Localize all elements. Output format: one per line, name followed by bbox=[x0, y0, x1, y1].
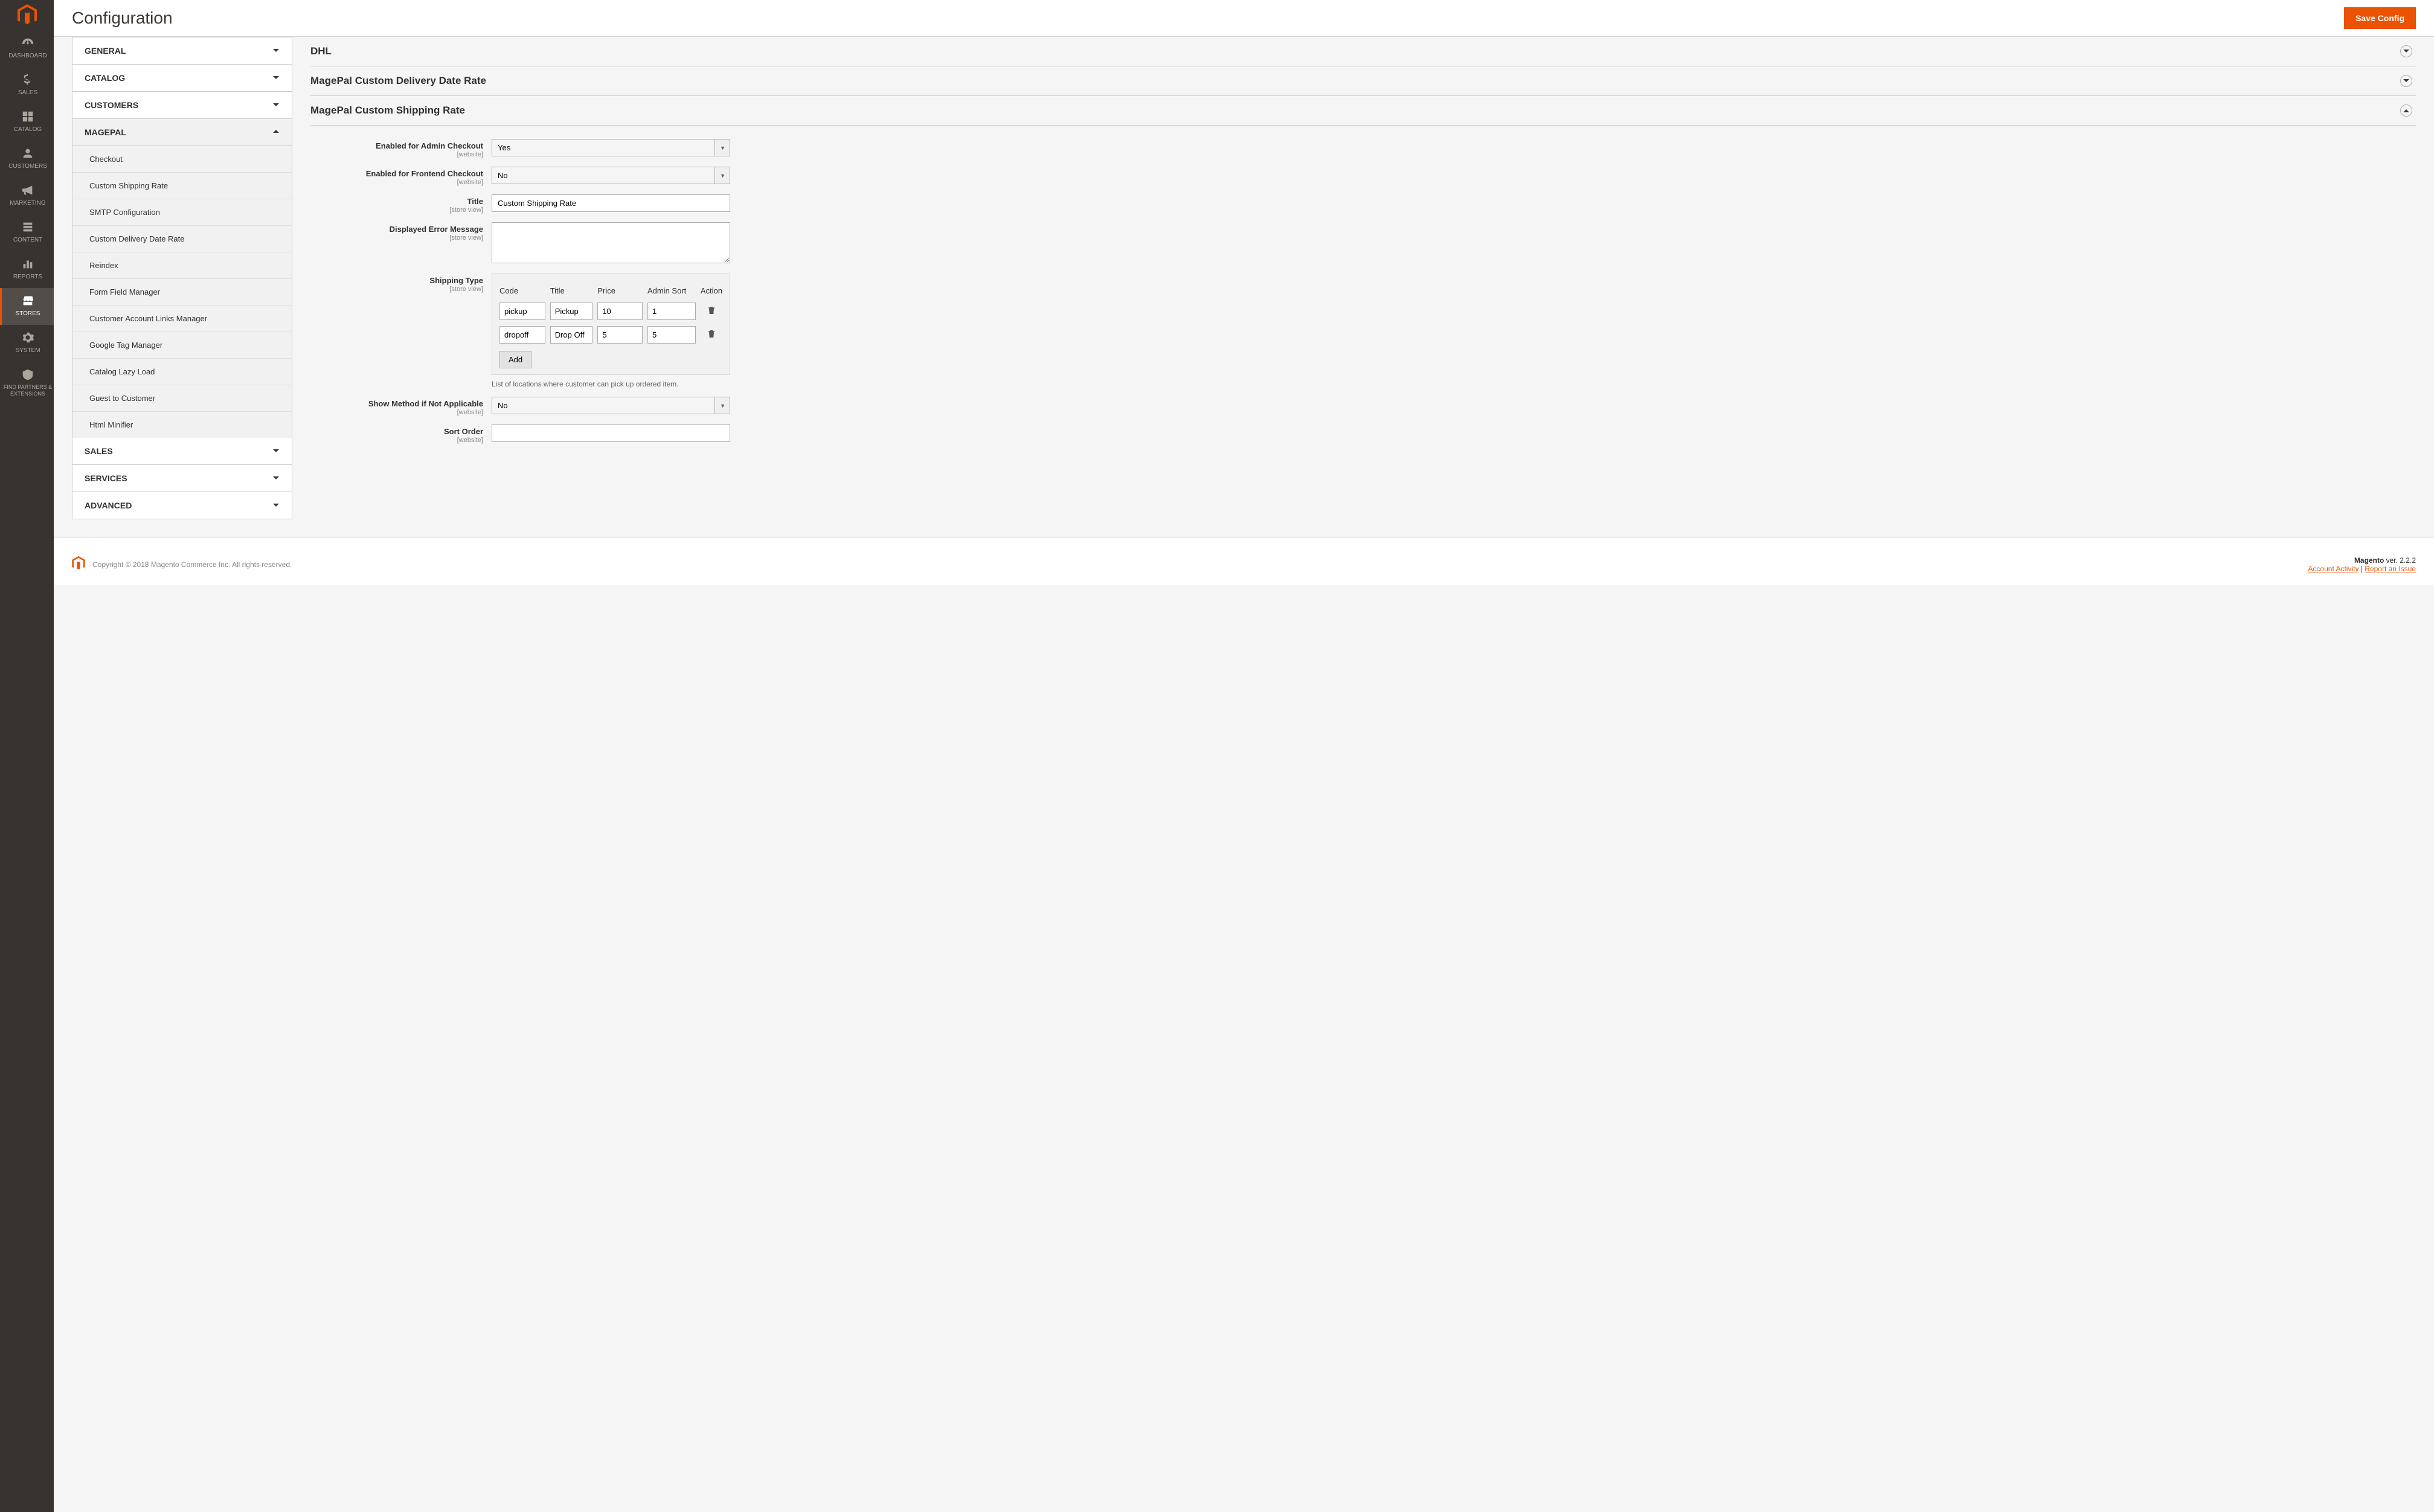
config-nav: General Catalog Customers MagePal Checko… bbox=[72, 37, 292, 519]
label-enabled-frontend: Enabled for Frontend Checkout[website] bbox=[310, 167, 492, 186]
input-code[interactable] bbox=[499, 303, 545, 320]
input-title[interactable] bbox=[550, 303, 593, 320]
label-shipping-type: Shipping Type[store view] bbox=[310, 274, 492, 293]
input-price[interactable] bbox=[597, 326, 643, 344]
nav-dashboard[interactable]: Dashboard bbox=[0, 30, 54, 67]
page-header: Configuration Save Config bbox=[54, 0, 2434, 37]
save-config-button[interactable]: Save Config bbox=[2344, 7, 2416, 29]
nav-group-advanced[interactable]: Advanced bbox=[72, 492, 292, 519]
chevron-down-icon bbox=[272, 446, 280, 456]
subnav-guest-to-customer[interactable]: Guest to Customer bbox=[72, 385, 292, 412]
nav-group-customers[interactable]: Customers bbox=[72, 92, 292, 119]
add-row-button[interactable]: Add bbox=[499, 351, 531, 368]
bars-icon bbox=[21, 257, 35, 271]
input-sort[interactable] bbox=[647, 326, 696, 344]
nav-group-magepal[interactable]: MagePal bbox=[72, 119, 292, 146]
magento-logo[interactable] bbox=[0, 0, 54, 30]
version-text: Magento ver. 2.2.2 bbox=[2308, 556, 2416, 565]
label-show-if-na: Show Method if Not Applicable[website] bbox=[310, 397, 492, 416]
input-code[interactable] bbox=[499, 326, 545, 344]
subnav-catalog-lazy-load[interactable]: Catalog Lazy Load bbox=[72, 359, 292, 385]
partners-icon bbox=[21, 368, 35, 381]
section-dhl[interactable]: DHL bbox=[310, 37, 2416, 66]
label-enabled-admin: Enabled for Admin Checkout[website] bbox=[310, 139, 492, 158]
hint-shipping-type: List of locations where customer can pic… bbox=[492, 380, 730, 388]
label-title: Title[store view] bbox=[310, 194, 492, 214]
textarea-error-message[interactable] bbox=[492, 222, 730, 263]
chevron-down-icon bbox=[272, 501, 280, 510]
label-sort-order: Sort Order[website] bbox=[310, 424, 492, 444]
select-show-if-na[interactable]: No bbox=[492, 397, 730, 414]
th-title: Title bbox=[548, 286, 596, 296]
th-action: Action bbox=[698, 286, 725, 296]
admin-sidebar: Dashboard Sales Catalog Customers Market… bbox=[0, 0, 54, 1512]
nav-group-services[interactable]: Services bbox=[72, 465, 292, 492]
person-icon bbox=[21, 147, 35, 160]
chevron-up-icon bbox=[272, 127, 280, 137]
table-row bbox=[497, 303, 725, 320]
subnav-smtp-configuration[interactable]: SMTP Configuration bbox=[72, 199, 292, 226]
label-error-message: Displayed Error Message[store view] bbox=[310, 222, 492, 242]
nav-reports[interactable]: Reports bbox=[0, 251, 54, 288]
nav-group-general[interactable]: General bbox=[72, 37, 292, 65]
subnav-custom-delivery-date-rate[interactable]: Custom Delivery Date Rate bbox=[72, 226, 292, 252]
expand-icon bbox=[2400, 75, 2412, 87]
section-magepal-shipping-rate[interactable]: MagePal Custom Shipping Rate bbox=[310, 96, 2416, 126]
account-activity-link[interactable]: Account Activity bbox=[2308, 565, 2359, 573]
delete-row-button[interactable] bbox=[704, 327, 719, 343]
page-footer: Copyright © 2018 Magento Commerce Inc. A… bbox=[54, 537, 2434, 585]
subnav-checkout[interactable]: Checkout bbox=[72, 146, 292, 173]
shipping-type-table: Code Title Price Admin Sort Action Add bbox=[492, 274, 730, 375]
nav-catalog[interactable]: Catalog bbox=[0, 104, 54, 141]
trash-icon bbox=[707, 329, 716, 339]
nav-marketing[interactable]: Marketing bbox=[0, 178, 54, 214]
nav-content[interactable]: Content bbox=[0, 214, 54, 251]
section-magepal-delivery-date[interactable]: MagePal Custom Delivery Date Rate bbox=[310, 66, 2416, 96]
nav-stores[interactable]: Stores bbox=[0, 288, 54, 325]
select-enabled-frontend[interactable]: No bbox=[492, 167, 730, 184]
collapse-icon bbox=[2400, 104, 2412, 117]
input-sort[interactable] bbox=[647, 303, 696, 320]
chevron-down-icon bbox=[272, 73, 280, 83]
megaphone-icon bbox=[21, 184, 35, 197]
subnav-form-field-manager[interactable]: Form Field Manager bbox=[72, 279, 292, 306]
select-enabled-admin[interactable]: Yes bbox=[492, 139, 730, 156]
nav-find-partners[interactable]: Find Partners & Extensions bbox=[0, 362, 54, 405]
report-issue-link[interactable]: Report an Issue bbox=[2365, 565, 2416, 573]
nav-group-sales[interactable]: Sales bbox=[72, 438, 292, 465]
copyright-text: Copyright © 2018 Magento Commerce Inc. A… bbox=[92, 560, 292, 569]
input-price[interactable] bbox=[597, 303, 643, 320]
magento-logo-icon bbox=[72, 556, 85, 572]
th-price: Price bbox=[595, 286, 645, 296]
th-code: Code bbox=[497, 286, 548, 296]
subnav-html-minifier[interactable]: Html Minifier bbox=[72, 412, 292, 438]
subnav-google-tag-manager[interactable]: Google Tag Manager bbox=[72, 332, 292, 359]
delete-row-button[interactable] bbox=[704, 303, 719, 319]
dollar-icon bbox=[21, 73, 35, 86]
input-title[interactable] bbox=[492, 194, 730, 212]
layers-icon bbox=[21, 220, 35, 234]
subnav-customer-account-links[interactable]: Customer Account Links Manager bbox=[72, 306, 292, 332]
table-row bbox=[497, 326, 725, 344]
expand-icon bbox=[2400, 45, 2412, 57]
trash-icon bbox=[707, 306, 716, 315]
nav-customers[interactable]: Customers bbox=[0, 141, 54, 178]
store-icon bbox=[21, 294, 35, 307]
page-title: Configuration bbox=[72, 8, 173, 28]
chevron-down-icon bbox=[272, 100, 280, 110]
subnav-reindex[interactable]: Reindex bbox=[72, 252, 292, 279]
grid-icon bbox=[21, 110, 35, 123]
nav-sales[interactable]: Sales bbox=[0, 67, 54, 104]
nav-group-catalog[interactable]: Catalog bbox=[72, 65, 292, 92]
input-sort-order[interactable] bbox=[492, 424, 730, 442]
nav-system[interactable]: System bbox=[0, 325, 54, 362]
chevron-down-icon bbox=[272, 46, 280, 56]
th-sort: Admin Sort bbox=[645, 286, 698, 296]
subnav-custom-shipping-rate[interactable]: Custom Shipping Rate bbox=[72, 173, 292, 199]
chevron-down-icon bbox=[272, 473, 280, 483]
gauge-icon bbox=[21, 36, 35, 50]
gear-icon bbox=[21, 331, 35, 344]
input-title[interactable] bbox=[550, 326, 593, 344]
config-main: DHL MagePal Custom Delivery Date Rate Ma… bbox=[310, 37, 2416, 519]
